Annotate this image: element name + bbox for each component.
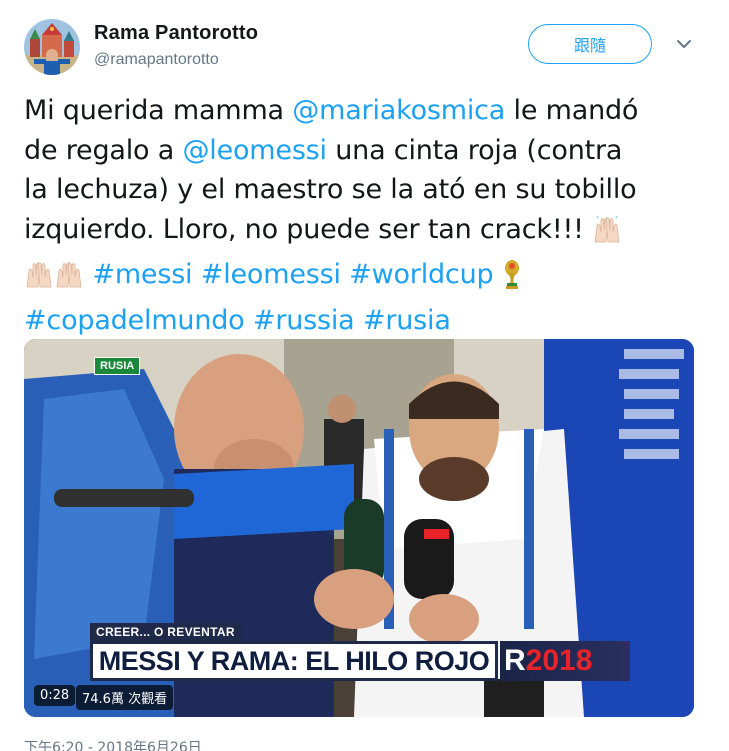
chevron-down-icon[interactable]	[674, 34, 694, 54]
mention-mariakosmica[interactable]: @mariakosmica	[292, 95, 505, 126]
tweet-line-1: Mi querida mamma @mariakosmica le mandó	[24, 91, 714, 131]
tweet-text-segment: izquierdo. Lloro, no puede ser tan crack…	[24, 213, 584, 245]
video-duration: 0:28	[34, 685, 76, 706]
tweet-card: Rama Pantorotto @ramapantorotto 跟隨 Mi qu…	[0, 0, 729, 751]
view-count: 74.6萬 次觀看	[76, 685, 174, 710]
tweet-text-segment: de regalo a	[24, 134, 183, 166]
tweet-timestamp[interactable]: 下午6:20 - 2018年6月26日	[24, 737, 202, 751]
author-handle[interactable]: @ramapantorotto	[94, 51, 219, 69]
mention-leomessi[interactable]: @leomessi	[182, 135, 327, 166]
follow-button[interactable]: 跟隨	[528, 24, 652, 64]
tweet-line-5: #messi #leomessi #worldcup	[24, 255, 714, 301]
brand-year: 2018	[525, 644, 593, 677]
tweet-text-segment: le mandó	[505, 95, 639, 126]
world-cup-trophy-icon	[502, 259, 522, 301]
tweet-line-4: izquierdo. Lloro, no puede ser tan crack…	[24, 210, 714, 256]
raising-hands-icon	[54, 261, 84, 301]
tweet-text-segment: una cinta roja (contra	[326, 134, 623, 166]
tweet-text-segment: Mi querida mamma	[24, 95, 293, 126]
tweet-line-2: de regalo a @leomessi una cinta roja (co…	[24, 131, 714, 171]
hashtag-leomessi[interactable]: #leomessi	[201, 259, 341, 290]
channel-tag: RUSIA	[94, 357, 141, 375]
tweet-line-3: la lechuza) y el maestro se la ató en su…	[24, 174, 637, 205]
raising-hands-icon	[592, 213, 622, 256]
hashtag-russia[interactable]: #russia	[253, 305, 355, 336]
tweet-line-6: #copadelmundo #russia #rusia	[24, 301, 714, 341]
tweet-text: Mi querida mamma @mariakosmica le mandó …	[24, 91, 714, 340]
raising-hands-icon	[24, 261, 54, 301]
avatar[interactable]	[24, 19, 80, 75]
lower-third-top: CREER... O REVENTAR	[90, 623, 241, 641]
hashtag-worldcup[interactable]: #worldcup	[349, 259, 493, 290]
hashtag-messi[interactable]: #messi	[92, 259, 192, 290]
author-display-name[interactable]: Rama Pantorotto	[94, 22, 258, 45]
lower-third-title: MESSI Y RAMA: EL HILO ROJO	[90, 641, 498, 681]
video-player[interactable]: RUSIA CREER... O REVENTAR MESSI Y RAMA: …	[24, 339, 694, 717]
hashtag-rusia[interactable]: #rusia	[363, 305, 451, 336]
avatar-image	[24, 19, 80, 75]
hashtag-copadelmundo[interactable]: #copadelmundo	[24, 305, 245, 336]
brand-letter: R	[504, 644, 526, 677]
brand-logo: R 2018	[500, 641, 630, 681]
